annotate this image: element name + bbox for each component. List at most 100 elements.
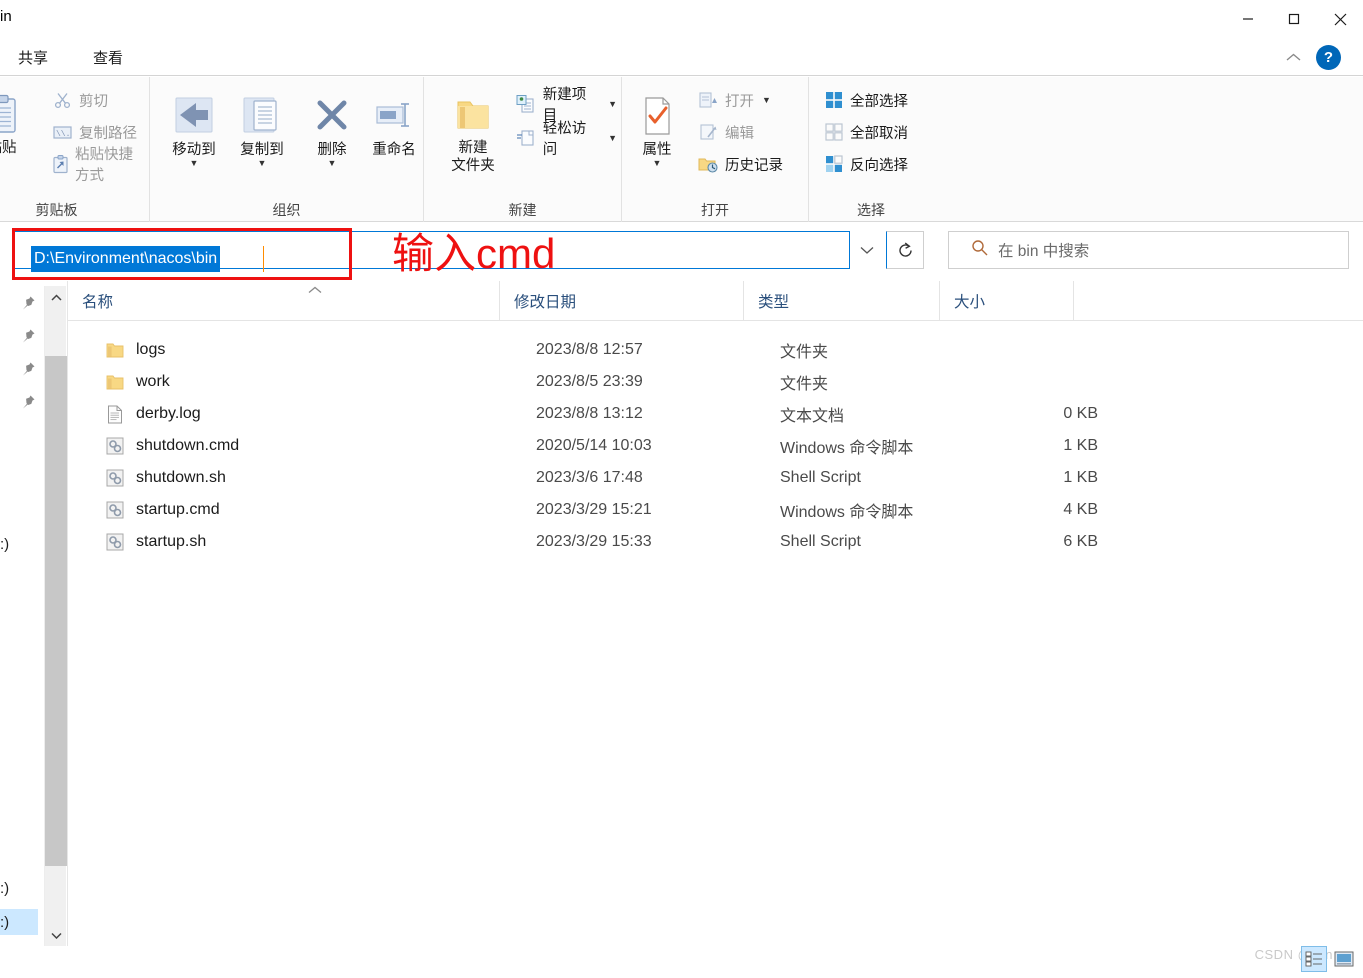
history-button[interactable]: 历史记录 — [694, 149, 787, 179]
paste-shortcut-icon — [52, 154, 69, 175]
file-date-cell: 2023/8/8 12:57 — [536, 341, 643, 358]
svg-text:\\..: \\.. — [56, 130, 72, 139]
easy-access-icon — [516, 128, 537, 149]
address-history-dropdown[interactable] — [852, 231, 882, 269]
tab-view[interactable]: 查看 — [83, 38, 133, 76]
help-button[interactable]: ? — [1316, 38, 1341, 76]
file-type-cell: 文本文档 — [780, 408, 845, 425]
scrollbar-thumb[interactable] — [45, 356, 67, 866]
file-name-cell[interactable]: derby.log — [104, 398, 201, 430]
search-input-placeholder[interactable]: 在 bin 中搜索 — [998, 239, 1089, 261]
table-row[interactable]: work 2023/8/5 23:39 文件夹 — [68, 366, 1363, 398]
invert-selection-button[interactable]: 反向选择 — [819, 149, 912, 179]
new-item-button[interactable]: 新建项目 ▼ — [512, 87, 621, 124]
cut-button[interactable]: 剪切 — [48, 85, 112, 115]
file-name-text: logs — [136, 341, 166, 358]
scroll-down-button[interactable] — [45, 924, 67, 946]
collapse-ribbon-button[interactable] — [1286, 38, 1301, 76]
navigation-pane-scrollbar[interactable] — [44, 286, 67, 946]
file-name-cell[interactable]: shutdown.cmd — [104, 430, 239, 462]
paste-shortcut-button-label: 粘贴快捷方式 — [75, 147, 133, 184]
large-icons-view-icon[interactable] — [1331, 946, 1357, 972]
file-name-cell[interactable]: shutdown.sh — [104, 462, 226, 494]
file-name-cell[interactable]: logs — [104, 334, 165, 366]
chevron-down-icon: ▼ — [189, 158, 199, 168]
tab-share[interactable]: 共享 — [8, 38, 58, 76]
sidebar-item-drive-c[interactable]: :) — [0, 531, 38, 557]
table-row[interactable]: startup.cmd 2023/3/29 15:21 Windows 命令脚本… — [68, 494, 1363, 526]
pin-icon[interactable] — [18, 326, 38, 346]
file-name-cell[interactable]: startup.sh — [104, 526, 206, 558]
file-name-cell[interactable]: startup.cmd — [104, 494, 220, 526]
paste-shortcut-button[interactable]: 粘贴快捷方式 — [48, 147, 149, 184]
help-icon: ? — [1316, 44, 1341, 70]
file-date-cell: 2020/5/14 10:03 — [536, 437, 652, 454]
select-all-button[interactable]: 全部选择 — [819, 85, 912, 115]
file-name-cell[interactable]: work — [104, 366, 170, 398]
column-header-name[interactable]: 名称 — [68, 281, 500, 321]
file-size-cell: 1 KB — [1063, 469, 1098, 486]
ribbon-group-organize-label: 组织 — [272, 202, 301, 218]
script-file-icon — [104, 531, 126, 553]
paste-button[interactable]: 粘贴 — [0, 81, 38, 157]
file-type-cell: 文件夹 — [780, 344, 829, 361]
ribbon-group-select: 全部选择 全部取消 反向选择 选择 — [809, 77, 933, 222]
table-row[interactable]: startup.sh 2023/3/29 15:33 Shell Script … — [68, 526, 1363, 558]
properties-button-label: 属性 — [642, 142, 672, 158]
minimize-button[interactable] — [1225, 0, 1271, 38]
easy-access-button[interactable]: 轻松访问 ▼ — [512, 121, 621, 158]
text-cursor — [263, 246, 264, 272]
rename-button[interactable]: 重命名 — [358, 83, 430, 159]
column-header-size[interactable]: 大小 — [940, 281, 1074, 321]
file-name-text: shutdown.cmd — [136, 437, 240, 454]
maximize-button[interactable] — [1271, 0, 1317, 38]
file-date-cell: 2023/8/5 23:39 — [536, 373, 643, 390]
new-folder-button[interactable]: 新建 文件夹 — [440, 81, 506, 175]
details-view-icon[interactable] — [1301, 946, 1327, 972]
file-type-cell: 文件夹 — [780, 376, 829, 393]
search-box[interactable]: 在 bin 中搜索 — [948, 231, 1349, 269]
navigation-pane: :) :) :) — [0, 281, 38, 946]
table-row[interactable]: shutdown.sh 2023/3/6 17:48 Shell Script … — [68, 462, 1363, 494]
ribbon-group-select-label: 选择 — [857, 202, 885, 218]
scroll-up-button[interactable] — [45, 286, 67, 308]
ribbon-group-clipboard-label: 剪贴板 — [35, 202, 78, 218]
file-date-cell: 2023/3/6 17:48 — [536, 469, 643, 486]
copy-path-button-label: 复制路径 — [79, 125, 137, 142]
new-folder-icon — [451, 89, 495, 139]
table-row[interactable]: derby.log 2023/8/8 13:12 文本文档 0 KB — [68, 398, 1363, 430]
history-icon — [698, 154, 719, 175]
pin-icon[interactable] — [18, 392, 38, 412]
annotation-label: 输入cmd — [392, 230, 556, 277]
column-header-date[interactable]: 修改日期 — [500, 281, 744, 321]
table-row[interactable]: shutdown.cmd 2020/5/14 10:03 Windows 命令脚… — [68, 430, 1363, 462]
table-row[interactable]: logs 2023/8/8 12:57 文件夹 — [68, 334, 1363, 366]
sidebar-item-drive-c2[interactable]: :) — [0, 875, 38, 901]
file-type-cell: Windows 命令脚本 — [780, 440, 914, 457]
column-header-type[interactable]: 类型 — [744, 281, 940, 321]
open-button[interactable]: 打开 ▼ — [694, 85, 775, 115]
ribbon-group-open-label: 打开 — [701, 202, 729, 218]
column-header-row: 名称 修改日期 类型 大小 — [68, 281, 1363, 321]
file-size-cell: 1 KB — [1063, 437, 1098, 454]
pin-icon[interactable] — [18, 293, 38, 313]
new-folder-label-line2: 文件夹 — [451, 158, 495, 174]
move-to-button[interactable]: 移动到 ▼ — [158, 83, 230, 168]
file-type-cell: Windows 命令脚本 — [780, 504, 914, 521]
chevron-down-icon: ▼ — [608, 133, 617, 143]
close-button[interactable] — [1317, 0, 1363, 38]
rename-button-label: 重命名 — [372, 142, 416, 158]
sidebar-item-drive-d[interactable]: :) — [0, 909, 38, 935]
invert-selection-icon — [823, 154, 844, 175]
chevron-down-icon: ▼ — [327, 158, 337, 168]
pin-icon[interactable] — [18, 359, 38, 379]
copy-to-button[interactable]: 复制到 ▼ — [226, 83, 298, 168]
select-none-button[interactable]: 全部取消 — [819, 117, 912, 147]
edit-button[interactable]: 编辑 — [694, 117, 758, 147]
file-date-cell: 2023/3/29 15:21 — [536, 501, 652, 518]
properties-button[interactable]: 属性 ▼ — [628, 83, 686, 168]
refresh-button[interactable] — [886, 231, 924, 269]
address-input-value[interactable]: D:\Environment\nacos\bin — [31, 246, 221, 272]
edit-icon — [698, 122, 719, 143]
delete-x-icon — [310, 91, 354, 141]
